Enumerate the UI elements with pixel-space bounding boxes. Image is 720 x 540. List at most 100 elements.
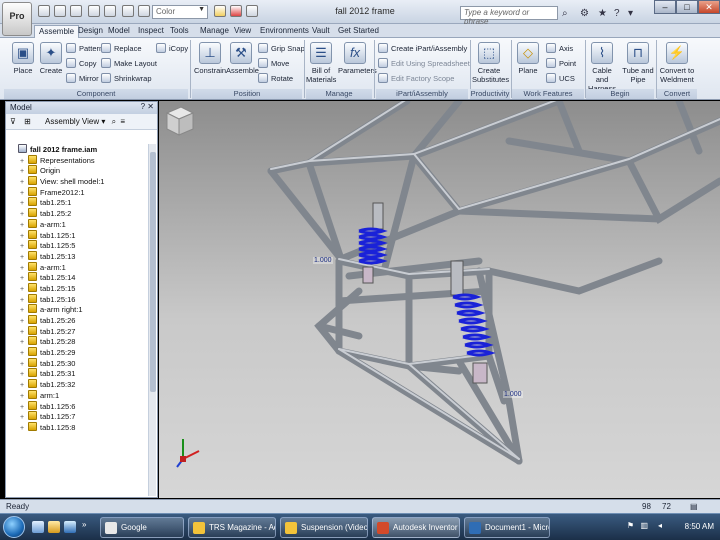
home-icon[interactable] — [122, 5, 134, 17]
tree-item[interactable]: + tab1.125:8 — [10, 421, 149, 435]
help-search-input[interactable]: Type a keyword or phrase — [460, 6, 558, 26]
taskbar-button[interactable]: Document1 - Micro... — [464, 517, 550, 538]
media-player-icon[interactable] — [64, 521, 76, 533]
place-button[interactable]: ▣ Place — [10, 42, 36, 75]
flag-icon[interactable]: ⚑ — [627, 521, 634, 530]
taskbar-button[interactable]: Suspension (Video Tu... — [280, 517, 368, 538]
tab-model[interactable]: Model — [104, 25, 134, 38]
tree-item[interactable]: + tab1.125:7 — [10, 411, 149, 422]
pattern-button[interactable]: Pattern — [66, 43, 103, 53]
tree-item[interactable]: + tab1.25:27 — [10, 325, 149, 337]
network-icon[interactable]: ▥ — [640, 521, 648, 530]
assembly-view-dropdown[interactable]: Assembly View ▾ — [45, 117, 105, 126]
tree-item[interactable]: + Representations — [10, 154, 149, 166]
select-icon[interactable] — [138, 5, 150, 17]
move-button[interactable]: Move — [258, 58, 289, 68]
mirror-button[interactable]: Mirror — [66, 73, 99, 83]
edit-factory-scope-button[interactable]: Edit Factory Scope — [378, 73, 454, 83]
viewcube[interactable] — [159, 101, 199, 141]
chevron-right-icon[interactable]: » — [82, 520, 86, 529]
convert-weldment-button[interactable]: ⚡ Convert to Weldment — [658, 42, 696, 84]
make-layout-button[interactable]: Make Layout — [101, 58, 157, 68]
tree-item[interactable]: + tab1.25:15 — [10, 282, 149, 294]
tab-design[interactable]: Design — [74, 25, 107, 38]
tree-item[interactable]: + tab1.25:26 — [10, 315, 149, 326]
find-icon[interactable]: ⌕ — [112, 117, 116, 126]
tree-item[interactable]: fall 2012 frame.iam — [10, 144, 149, 155]
new-icon[interactable] — [38, 5, 50, 17]
undo-icon[interactable] — [88, 5, 100, 17]
assembly-model-view[interactable] — [159, 101, 720, 498]
tree-item[interactable]: + tab1.125:6 — [10, 400, 149, 412]
shrinkwrap-button[interactable]: Shrinkwrap — [101, 73, 152, 83]
cable-harness-button[interactable]: ⌇Cable and Harness — [586, 42, 618, 93]
tree-item[interactable]: + a-arm right:1 — [10, 304, 149, 315]
constrain-button[interactable]: ⊥ Constrain — [194, 42, 226, 75]
tab-get-started[interactable]: Get Started — [334, 25, 383, 38]
plane-button[interactable]: ◇ Plane — [515, 42, 541, 75]
update-icon[interactable] — [230, 5, 242, 17]
tree-item[interactable]: + tab1.25:2 — [10, 208, 149, 219]
chevron-down-icon[interactable]: ▾ — [628, 8, 633, 19]
minimize-button[interactable]: – — [654, 0, 676, 14]
tree-item[interactable]: + tab1.25:32 — [10, 379, 149, 390]
scrollbar-thumb[interactable] — [150, 152, 156, 392]
tree-item[interactable]: + arm:1 — [10, 389, 149, 401]
redo-icon[interactable] — [104, 5, 116, 17]
graphics-viewport[interactable]: 1.000 1.000 — [159, 101, 720, 498]
browser-scrollbar[interactable] — [148, 144, 156, 496]
tab-view[interactable]: View — [230, 25, 255, 38]
ucs-button[interactable]: UCS — [546, 73, 575, 83]
tree-item[interactable]: + Frame2012:1 — [10, 186, 149, 198]
menu-icon[interactable]: ≡ — [120, 117, 125, 126]
close-button[interactable]: ✕ — [698, 0, 720, 14]
expand-toggle-icon[interactable]: + — [20, 424, 28, 435]
tab-tools[interactable]: Tools — [166, 25, 193, 38]
browser-close-icon[interactable]: ? ✕ — [141, 102, 154, 111]
tab-assemble[interactable]: Assemble — [34, 25, 80, 38]
explorer-icon[interactable] — [48, 521, 60, 533]
point-button[interactable]: Point — [546, 58, 576, 68]
tree-item[interactable]: + tab1.125:1 — [10, 229, 149, 241]
tree-item[interactable]: + View: shell model:1 — [10, 176, 149, 187]
start-button[interactable] — [3, 516, 25, 538]
create-substitutes-button[interactable]: ⬚ Create Substitutes — [472, 42, 509, 84]
tree-item[interactable]: + tab1.125:5 — [10, 240, 149, 251]
color-dropdown[interactable]: Color ▼ — [152, 5, 208, 19]
copy-button[interactable]: Copy — [66, 58, 97, 68]
ie-icon[interactable] — [32, 521, 44, 533]
tree-item[interactable]: + Origin — [10, 165, 149, 176]
binoculars-icon[interactable]: ⌕ — [562, 8, 568, 19]
create-ipart-button[interactable]: Create iPart/iAssembly — [378, 43, 467, 53]
maximize-button[interactable]: □ — [676, 0, 698, 14]
tree-item[interactable]: + tab1.25:1 — [10, 197, 149, 208]
expand-icon[interactable]: ⊞ — [24, 117, 31, 126]
browser-header[interactable]: Model ? ✕ — [6, 102, 157, 114]
tree-item[interactable]: + tab1.25:16 — [10, 293, 149, 305]
assemble-button[interactable]: ⚒ Assemble — [226, 42, 259, 75]
grip-snap-button[interactable]: Grip Snap — [258, 43, 305, 53]
bill-of-materials-button[interactable]: ☰ Bill of Materials — [306, 42, 336, 84]
open-icon[interactable] — [54, 5, 66, 17]
edit-spreadsheet-button[interactable]: Edit Using Spreadsheet — [378, 58, 470, 68]
taskbar-button[interactable]: Google — [100, 517, 184, 538]
help-icon[interactable]: ? — [614, 8, 620, 19]
save-icon[interactable] — [70, 5, 82, 17]
tree-item[interactable]: + a-arm:1 — [10, 218, 149, 230]
parameters-button[interactable]: fx Parameters — [338, 42, 377, 75]
tab-manage[interactable]: Manage — [196, 25, 233, 38]
clock[interactable]: 8:50 AM — [685, 522, 714, 531]
tree-item[interactable]: + tab1.25:30 — [10, 357, 149, 369]
application-menu-button[interactable]: Pro — [2, 2, 32, 36]
measure-icon[interactable] — [214, 5, 226, 17]
customize-icon[interactable] — [246, 5, 258, 17]
icopy-button[interactable]: iCopy — [156, 43, 188, 53]
tree-item[interactable]: + tab1.25:29 — [10, 347, 149, 358]
volume-icon[interactable]: ◂ — [658, 521, 662, 530]
tube-pipe-button[interactable]: ⊓ Tube and Pipe — [622, 42, 654, 84]
right-shock-absorber[interactable] — [450, 260, 496, 384]
replace-button[interactable]: Replace — [101, 43, 142, 53]
tree-item[interactable]: + tab1.25:28 — [10, 336, 149, 347]
taskbar-button[interactable]: TRS Magazine - Adi... — [188, 517, 276, 538]
star-icon[interactable]: ★ — [598, 8, 607, 19]
